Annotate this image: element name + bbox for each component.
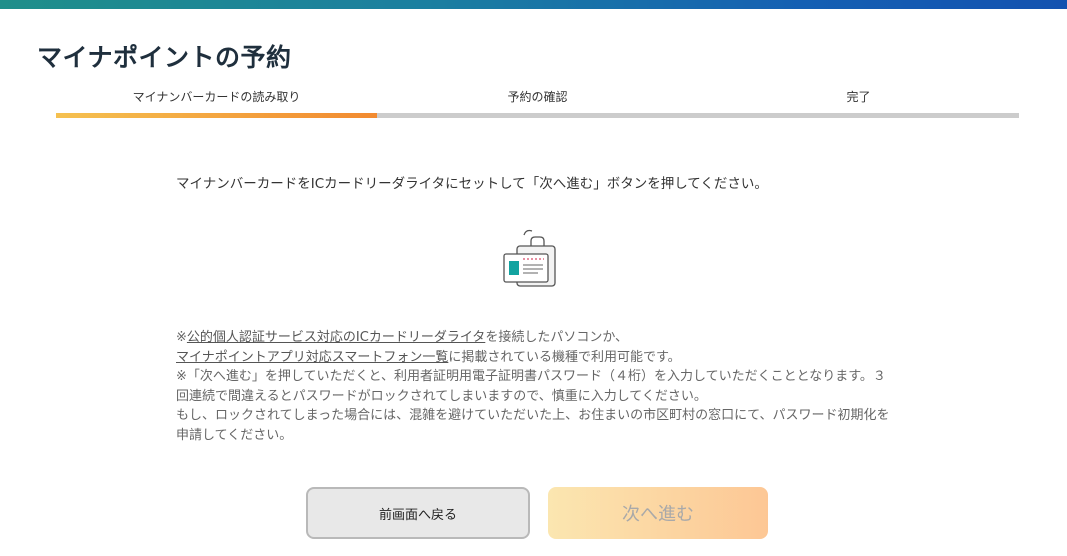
usage-notes: ※公的個人認証サービス対応のICカードリーダライタを接続したパソコンか、 マイナ… <box>176 328 896 445</box>
note-text: を接続したパソコンか、 <box>485 330 629 345</box>
step-confirm: 予約の確認 <box>377 86 698 118</box>
note-prefix: ※ <box>176 330 187 345</box>
step-read-card: マイナンバーカードの読み取り <box>56 86 377 118</box>
step-progress-bar <box>377 113 698 118</box>
step-label: 完了 <box>846 90 871 104</box>
progress-steps: マイナンバーカードの読み取り 予約の確認 完了 <box>56 86 1019 118</box>
note-line-1: ※公的個人認証サービス対応のICカードリーダライタを接続したパソコンか、 <box>176 328 896 348</box>
step-complete: 完了 <box>698 86 1019 118</box>
smartphone-list-link[interactable]: マイナポイントアプリ対応スマートフォン一覧 <box>176 350 448 365</box>
card-reader-icon <box>500 225 560 291</box>
step-label: 予約の確認 <box>507 90 568 104</box>
instruction-text: マイナンバーカードをICカードリーダライタにセットして「次へ進む」ボタンを押して… <box>176 176 768 192</box>
page-title: マイナポイントの予約 <box>37 43 292 72</box>
password-warning: ※「次へ進む」を押していただくと、利用者証明用電子証明書パスワード（４桁）を入力… <box>176 369 886 404</box>
note-line-2: マイナポイントアプリ対応スマートフォン一覧に掲載されている機種で利用可能です。 <box>176 348 896 368</box>
note-text: に掲載されている機種で利用可能です。 <box>448 349 681 365</box>
step-progress-bar <box>56 113 377 118</box>
step-progress-bar <box>698 113 1019 118</box>
back-button[interactable]: 前画面へ戻る <box>306 487 530 539</box>
top-accent-bar <box>0 0 1067 9</box>
ic-reader-link[interactable]: 公的個人認証サービス対応のICカードリーダライタ <box>187 330 485 345</box>
step-label: マイナンバーカードの読み取り <box>132 90 301 104</box>
lock-note: もし、ロックされてしまった場合には、混雑を避けていただいた上、お住まいの市区町村… <box>176 408 890 443</box>
next-button[interactable]: 次へ進む <box>548 487 768 539</box>
